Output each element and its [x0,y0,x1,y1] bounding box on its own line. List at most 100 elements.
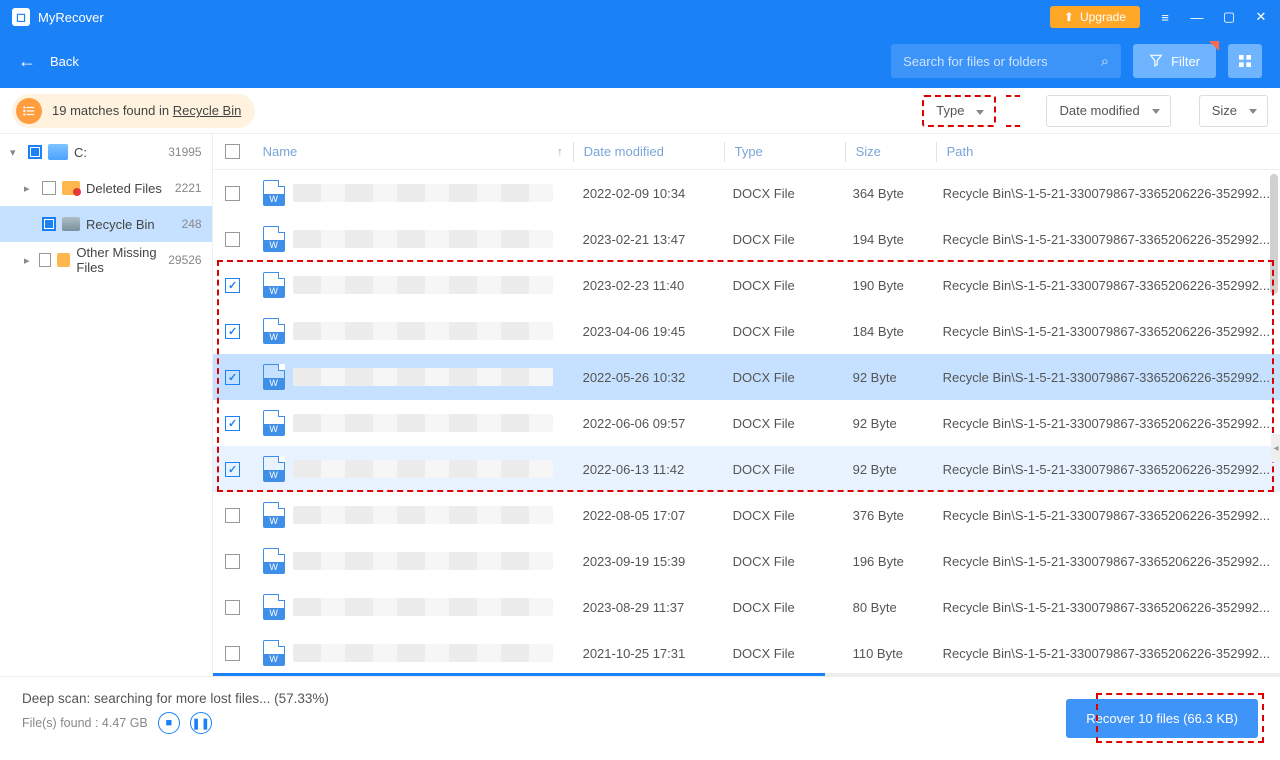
cell-size: 80 Byte [843,600,933,615]
scrollbar[interactable] [1270,174,1278,294]
back-label: Back [50,54,79,69]
pause-button[interactable]: ❚❚ [190,712,212,734]
maximize-icon[interactable]: ▢ [1222,10,1236,24]
filter-button[interactable]: Filter [1133,44,1216,78]
cell-date: 2023-04-06 19:45 [573,324,723,339]
cell-path: Recycle Bin\S-1-5-21-330079867-336520622… [933,370,1280,385]
col-date[interactable]: Date modified [574,144,724,159]
cell-size: 194 Byte [843,232,933,247]
recover-button[interactable]: Recover 10 files (66.3 KB) [1066,699,1258,738]
table-row[interactable]: W2022-06-06 09:57DOCX File92 ByteRecycle… [213,400,1280,446]
upgrade-button[interactable]: ⬆ Upgrade [1050,6,1140,28]
cell-size: 184 Byte [843,324,933,339]
row-checkbox[interactable] [225,324,240,339]
folder-icon [57,253,71,267]
cell-path: Recycle Bin\S-1-5-21-330079867-336520622… [933,646,1280,661]
cell-size: 92 Byte [843,416,933,431]
file-name-redacted [293,598,553,616]
col-size[interactable]: Size [846,144,936,159]
table-row[interactable]: W2023-02-21 13:47DOCX File194 ByteRecycl… [213,216,1280,262]
col-name[interactable]: Name↑ [253,144,573,159]
table-row[interactable]: W2023-02-23 11:40DOCX File190 ByteRecycl… [213,262,1280,308]
table-row[interactable]: W2022-05-26 10:32DOCX File92 ByteRecycle… [213,354,1280,400]
close-icon[interactable]: ✕ [1254,10,1268,24]
row-checkbox[interactable] [225,278,240,293]
row-checkbox[interactable] [225,462,240,477]
tree-item-other-missing[interactable]: ▸ Other Missing Files 29526 [0,242,212,278]
menu-icon[interactable]: ≡ [1158,10,1172,24]
tree-label: Other Missing Files [76,245,162,275]
row-checkbox[interactable] [225,370,240,385]
select-all-checkbox[interactable] [225,144,240,159]
filter-icon [1149,53,1163,70]
row-checkbox[interactable] [225,646,240,661]
col-type[interactable]: Type [725,144,845,159]
tree-item-recycle-bin[interactable]: Recycle Bin 248 [0,206,212,242]
col-path[interactable]: Path [937,144,1280,159]
table-row[interactable]: W2021-10-25 17:31DOCX File110 ByteRecycl… [213,630,1280,673]
size-dropdown[interactable]: Size [1199,95,1268,127]
tree-checkbox[interactable] [42,217,56,231]
app-title: MyRecover [38,10,104,25]
stop-button[interactable]: ■ [158,712,180,734]
type-dropdown[interactable]: Type [922,95,996,127]
search-box[interactable]: ⌕ [891,44,1121,78]
table-row[interactable]: W2023-08-29 11:37DOCX File80 ByteRecycle… [213,584,1280,630]
app-logo-icon: ◻ [12,8,30,26]
table-row[interactable]: W2022-02-09 10:34DOCX File364 ByteRecycl… [213,170,1280,216]
minimize-icon[interactable]: — [1190,10,1204,24]
row-checkbox[interactable] [225,508,240,523]
date-dropdown[interactable]: Date modified [1046,95,1170,127]
table-row[interactable]: W2023-04-06 19:45DOCX File184 ByteRecycl… [213,308,1280,354]
tree-checkbox[interactable] [39,253,50,267]
expand-icon[interactable]: ▸ [24,254,33,267]
cell-path: Recycle Bin\S-1-5-21-330079867-336520622… [933,186,1280,201]
tree-root-c[interactable]: ▾ C: 31995 [0,134,212,170]
panel-collapse-icon[interactable]: ◂ [1271,434,1280,462]
footer: Deep scan: searching for more lost files… [0,676,1280,760]
search-icon[interactable]: ⌕ [1101,53,1109,70]
file-panel: Name↑ Date modified Type Size Path W2022… [213,134,1280,676]
row-checkbox[interactable] [225,232,240,247]
grid-view-button[interactable] [1228,44,1262,78]
tree-label: Deleted Files [86,181,162,196]
row-checkbox[interactable] [225,186,240,201]
results-bar: 19 matches found in Recycle Bin Type Dat… [0,88,1280,134]
main-area: ▾ C: 31995 ▸ Deleted Files 2221 Recycle … [0,134,1280,676]
tree-checkbox[interactable] [28,145,42,159]
search-input[interactable] [903,54,1101,69]
file-name-redacted [293,368,553,386]
table-row[interactable]: W2022-08-05 17:07DOCX File376 ByteRecycl… [213,492,1280,538]
cell-date: 2022-06-06 09:57 [573,416,723,431]
file-name-redacted [293,276,553,294]
sort-asc-icon: ↑ [557,146,563,158]
collapse-icon[interactable]: ▾ [10,146,22,159]
cell-type: DOCX File [723,186,843,201]
docx-file-icon: W [263,410,285,436]
docx-file-icon: W [263,640,285,666]
tree-checkbox[interactable] [42,181,56,195]
cell-date: 2023-02-21 13:47 [573,232,723,247]
file-name-redacted [293,552,553,570]
file-name-redacted [293,414,553,432]
cell-date: 2023-09-19 15:39 [573,554,723,569]
row-checkbox[interactable] [225,600,240,615]
tree-count: 29526 [168,253,201,267]
highlight-decor [1006,95,1020,127]
tree-item-deleted-files[interactable]: ▸ Deleted Files 2221 [0,170,212,206]
row-checkbox[interactable] [225,416,240,431]
sidebar: ▾ C: 31995 ▸ Deleted Files 2221 Recycle … [0,134,213,676]
results-text: 19 matches found in Recycle Bin [52,103,241,118]
tree-count: 2221 [175,181,202,195]
table-row[interactable]: W2022-06-13 11:42DOCX File92 ByteRecycle… [213,446,1280,492]
cell-date: 2022-02-09 10:34 [573,186,723,201]
expand-icon[interactable]: ▸ [24,182,36,195]
folder-icon [62,181,80,195]
back-button[interactable]: ← Back [18,51,79,72]
cell-path: Recycle Bin\S-1-5-21-330079867-336520622… [933,462,1280,477]
upgrade-label: Upgrade [1080,10,1126,24]
file-header: Name↑ Date modified Type Size Path [213,134,1280,170]
row-checkbox[interactable] [225,554,240,569]
docx-file-icon: W [263,318,285,344]
table-row[interactable]: W2023-09-19 15:39DOCX File196 ByteRecycl… [213,538,1280,584]
